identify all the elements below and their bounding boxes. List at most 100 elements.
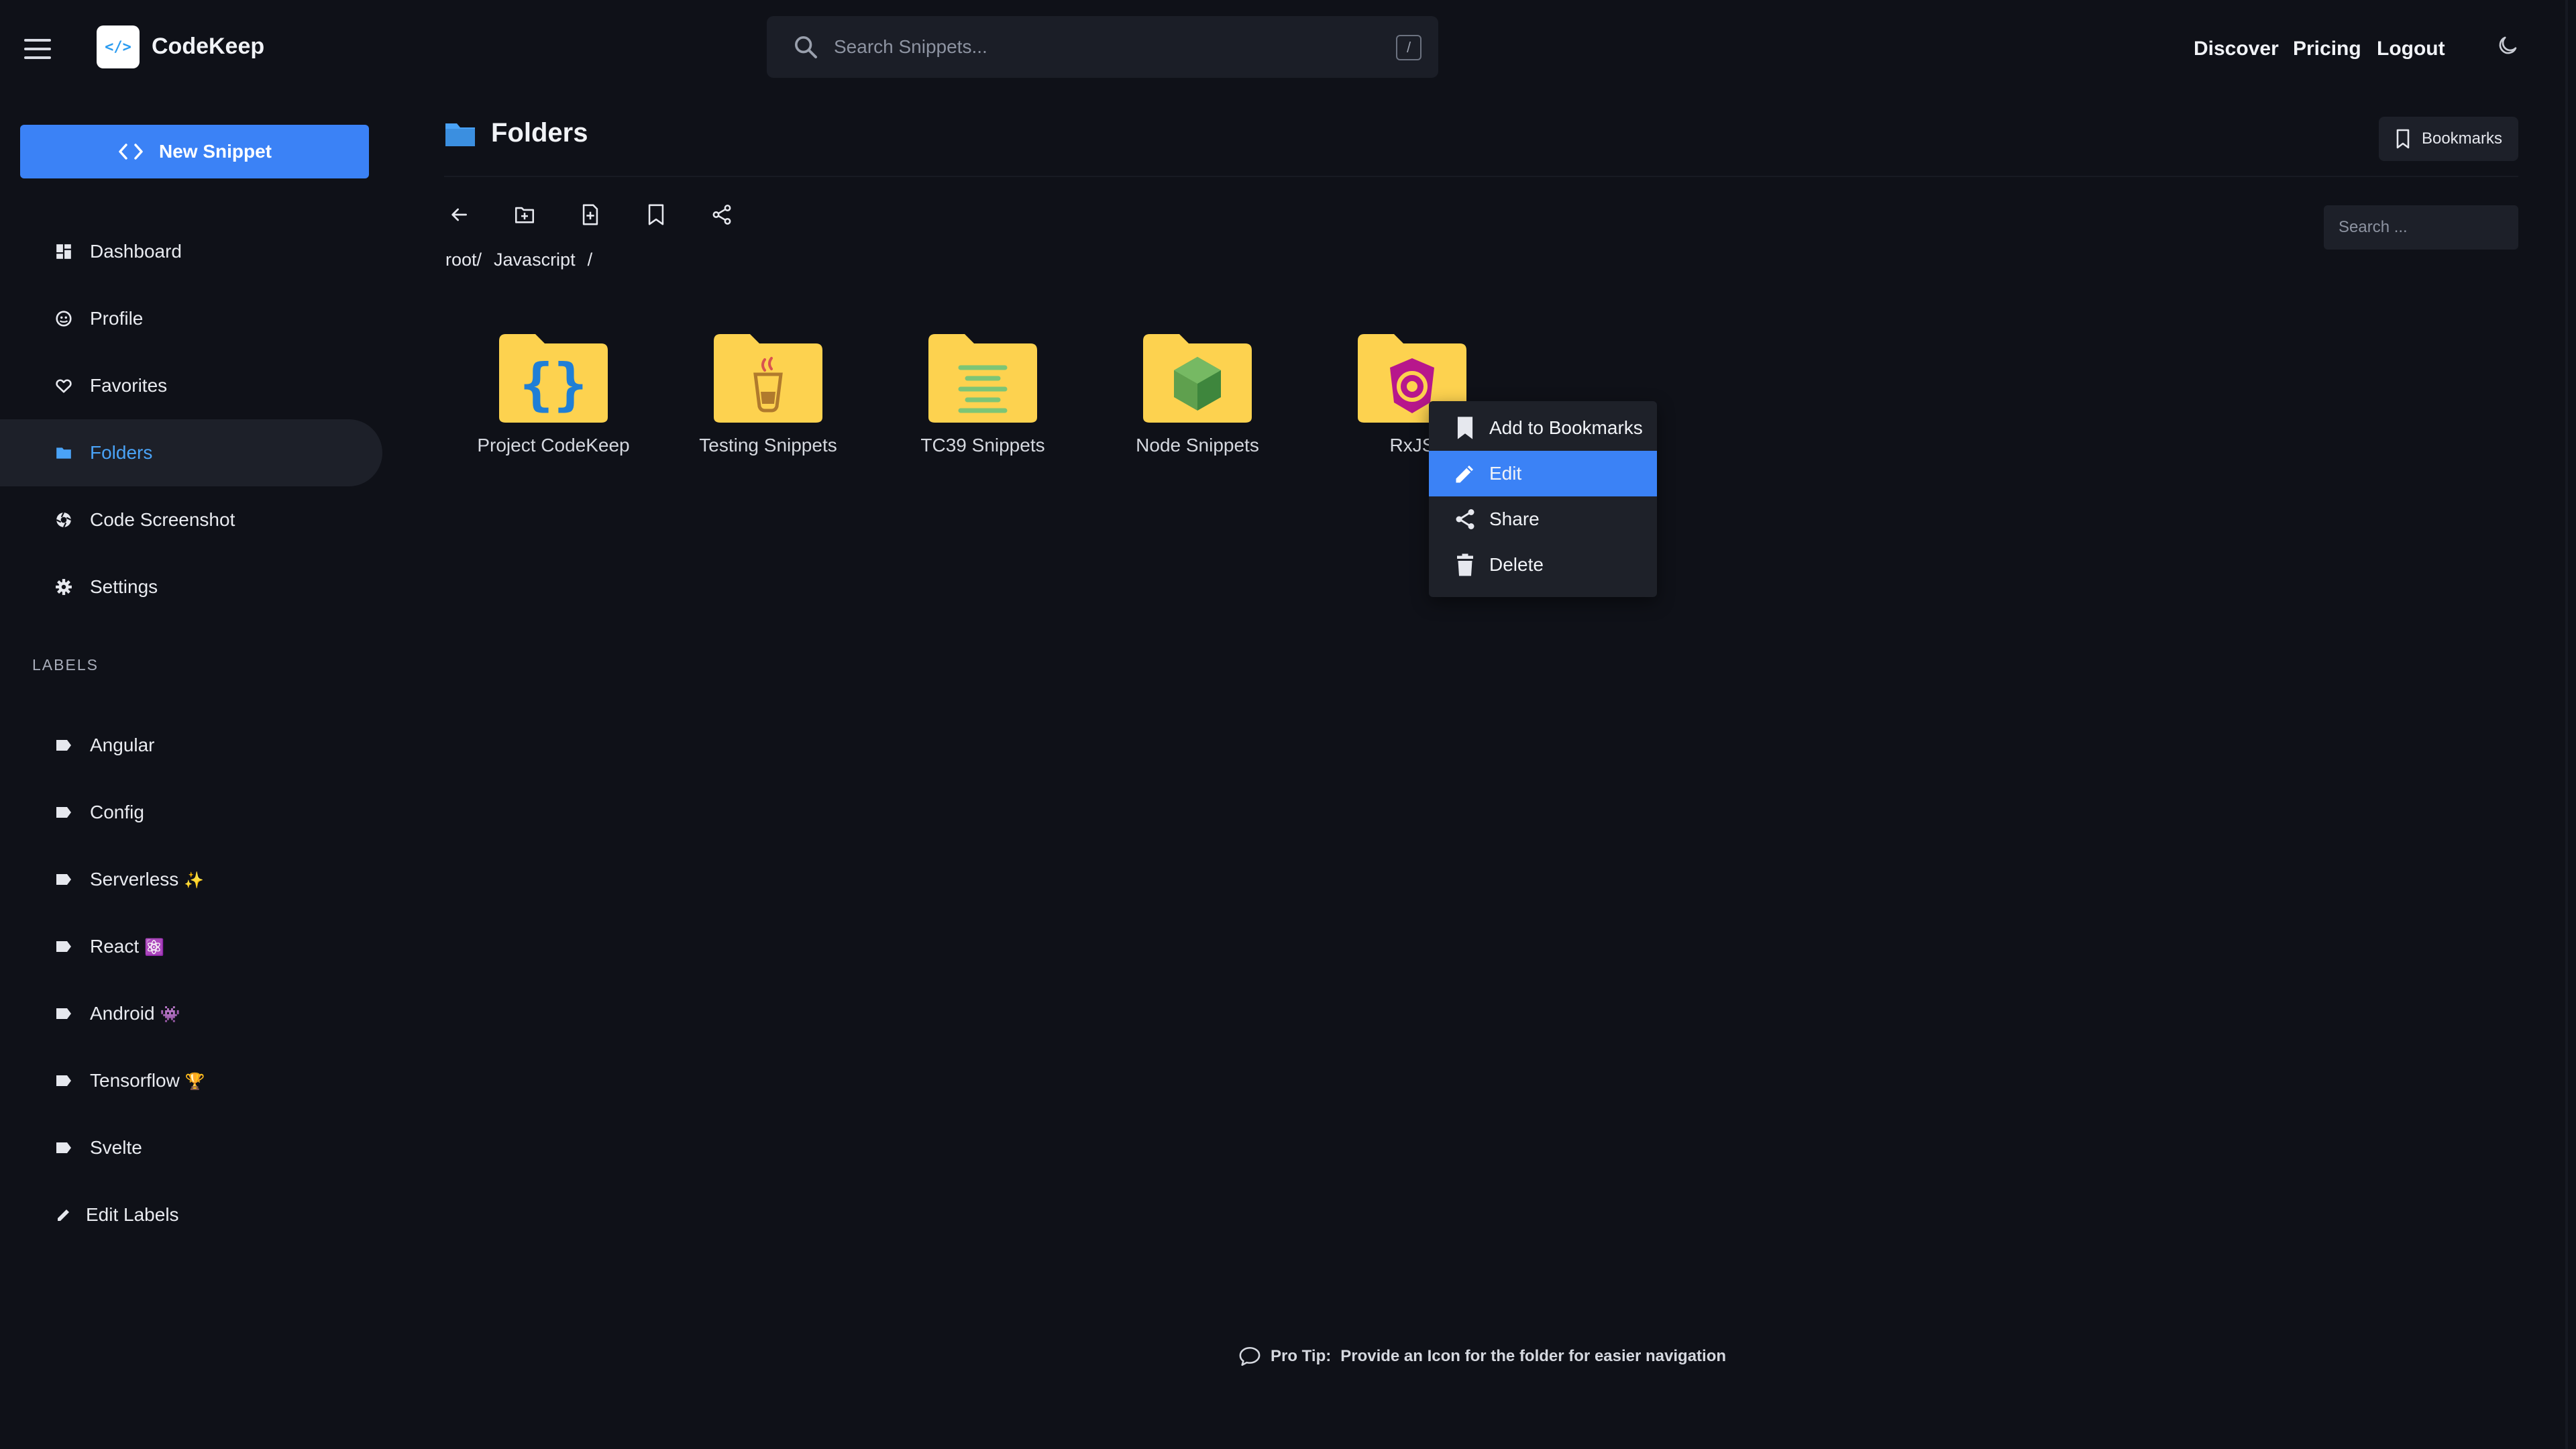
page-title: Folders [491,118,588,148]
bookmarks-button[interactable]: Bookmarks [2379,117,2518,161]
folder-tc39-snippets[interactable]: TC39 Snippets [875,331,1090,456]
labels-section-header: LABELS [32,656,99,674]
scrollbar-track[interactable] [2565,0,2568,1449]
new-file-icon[interactable] [578,203,602,227]
tag-icon [55,1139,72,1157]
share-icon[interactable] [710,203,734,227]
sidebar-item-profile[interactable]: Profile [0,285,382,352]
folder-node-snippets[interactable]: Node Snippets [1090,331,1305,456]
trash-icon [1452,551,1479,578]
folder-testing-snippets[interactable]: Testing Snippets [661,331,875,456]
sidebar-item-folders[interactable]: Folders [0,419,382,486]
top-bar: </> CodeKeep / Discover Pricing Logout [0,0,2576,98]
atom-emoji: ⚛️ [144,938,165,957]
label-text: Serverless ✨ [90,869,205,890]
tag-icon [55,938,72,955]
new-folder-icon[interactable] [513,203,537,227]
menu-item-edit[interactable]: Edit [1429,451,1657,496]
label-item-react[interactable]: React ⚛️ [0,913,382,980]
menu-item-share[interactable]: Share [1429,496,1657,542]
label-item-config[interactable]: Config [0,779,382,846]
search-input[interactable] [834,16,1357,78]
sidebar-item-code-screenshot[interactable]: Code Screenshot [0,486,382,553]
menu-item-label: Edit [1489,463,1522,484]
discover-link[interactable]: Discover [2194,38,2279,60]
new-snippet-button[interactable]: New Snippet [20,125,369,178]
alien-monster-emoji: 👾 [160,1006,180,1024]
sidebar-item-settings[interactable]: Settings [0,553,382,621]
sidebar-item-favorites[interactable]: Favorites [0,352,382,419]
label-item-android[interactable]: Android 👾 [0,980,382,1047]
label-item-tensorflow[interactable]: Tensorflow 🏆 [0,1047,382,1114]
svg-text:{}: {} [519,352,587,417]
code-brackets-icon [119,144,143,160]
brand-name[interactable]: CodeKeep [152,34,264,60]
logo-glyph: </> [105,38,131,56]
folder-name: TC39 Snippets [920,435,1045,455]
edit-labels-button[interactable]: Edit Labels [0,1181,382,1248]
search-shortcut-key: / [1396,35,1421,60]
bookmarks-label: Bookmarks [2421,129,2503,148]
tag-icon [55,1072,72,1089]
sidebar-item-label: Favorites [90,375,168,396]
folder-icon [445,123,475,146]
folder-search-input[interactable] [2324,205,2518,250]
menu-item-label: Share [1489,508,1540,529]
edit-labels-label: Edit Labels [86,1204,179,1225]
heart-icon [55,377,72,394]
hamburger-menu-icon[interactable] [24,39,51,59]
breadcrumb-javascript[interactable]: Javascript [494,250,576,270]
folder-context-menu: Add to Bookmarks Edit Share Delete [1429,401,1657,597]
label-text: Angular [90,735,155,755]
folder-icon [55,444,72,462]
label-item-angular[interactable]: Angular [0,712,382,779]
coffee-cup-icon [714,334,822,423]
lines-icon [928,334,1037,423]
label-text: Svelte [90,1137,142,1158]
gear-icon [55,578,72,596]
bookmark-outline-icon [2396,129,2410,149]
global-search[interactable]: / [767,16,1438,78]
new-snippet-label: New Snippet [158,141,272,162]
dark-mode-moon-icon[interactable] [2496,34,2520,58]
label-text: Config [90,802,144,822]
bookmark-icon [1452,415,1479,441]
label-text: Tensorflow 🏆 [90,1070,205,1091]
folder-toolbar [447,203,734,227]
profile-icon [55,310,72,327]
nodejs-hexagon-icon [1143,334,1252,423]
folder-name: Project CodeKeep [477,435,630,455]
label-text: Android 👾 [90,1003,180,1024]
camera-icon [55,511,72,529]
app-logo[interactable]: </> [97,25,140,68]
folder-name: Node Snippets [1136,435,1259,455]
breadcrumb: root/ Javascript / [445,250,592,270]
menu-item-label: Delete [1489,554,1544,575]
tag-icon [55,871,72,888]
bookmark-icon[interactable] [644,203,668,227]
menu-item-add-to-bookmarks[interactable]: Add to Bookmarks [1429,405,1657,451]
sidebar-item-label: Code Screenshot [90,509,235,530]
label-text: React ⚛️ [90,936,165,957]
folder-project-codekeep[interactable]: {} Project CodeKeep [446,331,661,456]
header-divider [444,176,2518,177]
speech-bubble-icon [1239,1346,1260,1366]
pricing-link[interactable]: Pricing [2293,38,2361,60]
menu-item-delete[interactable]: Delete [1429,542,1657,588]
tag-icon [55,1005,72,1022]
sidebar-item-label: Settings [90,576,158,597]
pro-tip-text: Provide an Icon for the folder for easie… [1340,1347,1727,1365]
page-header: Folders [444,118,588,148]
search-icon [795,36,817,58]
folder-name: Testing Snippets [699,435,837,455]
sidebar-item-dashboard[interactable]: Dashboard [0,218,382,285]
sidebar-item-label: Folders [90,442,153,463]
breadcrumb-root[interactable]: root/ [445,250,482,270]
label-item-svelte[interactable]: Svelte [0,1114,382,1181]
sidebar-item-label: Dashboard [90,241,182,262]
logout-link[interactable]: Logout [2377,38,2445,60]
back-arrow-icon[interactable] [447,203,471,227]
dashboard-icon [55,243,72,260]
tag-icon [55,804,72,821]
label-item-serverless[interactable]: Serverless ✨ [0,846,382,913]
